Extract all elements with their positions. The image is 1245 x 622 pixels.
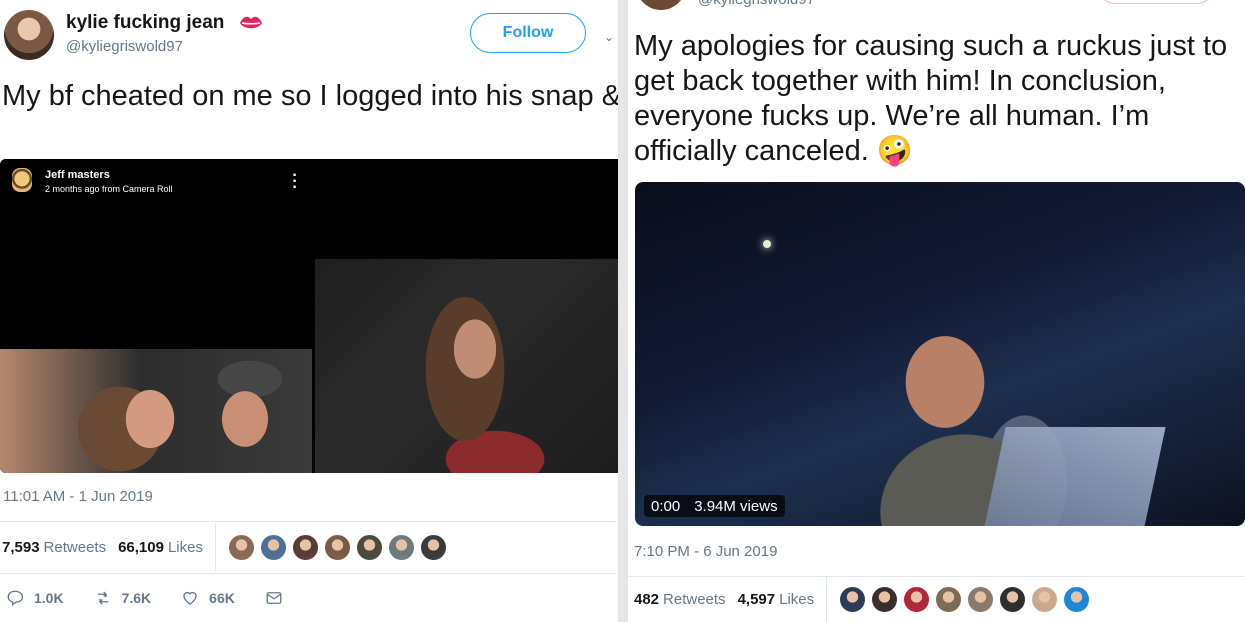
selfie-image[interactable] <box>315 159 618 473</box>
message-button[interactable] <box>265 589 283 607</box>
liker-avatar[interactable] <box>839 586 867 613</box>
divider <box>0 573 616 574</box>
chevron-down-icon[interactable]: ⌄ <box>604 30 616 44</box>
liker-avatar[interactable] <box>999 586 1027 613</box>
retweet-count: 7.6K <box>121 590 152 606</box>
liker-avatar[interactable] <box>388 533 415 561</box>
video-views: 3.94M views <box>694 497 778 515</box>
reply-icon <box>7 590 24 607</box>
tweet-actions: 1.0K 7.6K 66K <box>6 589 313 607</box>
liker-avatar[interactable] <box>1063 586 1091 613</box>
snap-name: Jeff masters <box>45 169 110 181</box>
liker-avatar[interactable] <box>967 586 995 613</box>
follow-button[interactable]: Follow <box>470 13 586 53</box>
liker-avatar[interactable] <box>324 533 351 561</box>
lips-icon <box>240 16 262 29</box>
liker-avatar[interactable] <box>871 586 899 613</box>
liker-avatar[interactable] <box>356 533 383 561</box>
bitmoji-avatar <box>12 168 32 192</box>
liker-avatars <box>839 586 1091 613</box>
avatar[interactable] <box>4 10 54 60</box>
divider <box>826 575 828 622</box>
tweet-stats: 482 Retweets 4,597 Likes <box>634 575 1091 622</box>
liker-avatar[interactable] <box>228 533 255 561</box>
video-time: 0:00 <box>651 497 681 515</box>
avatar[interactable] <box>636 0 686 10</box>
reply-count: 1.0K <box>34 590 64 606</box>
tweet-video[interactable]: 0:00 3.94M views <box>635 182 1245 526</box>
liker-avatar[interactable] <box>292 533 319 561</box>
tweet-timestamp[interactable]: 7:10 PM - 6 Jun 2019 <box>634 543 777 560</box>
left-tweet: kylie fucking jean @kyliegriswold97 Foll… <box>0 0 618 622</box>
envelope-icon <box>266 592 282 604</box>
liker-avatars <box>228 533 447 561</box>
liker-avatar[interactable] <box>903 586 931 613</box>
tweet-text: My apologies for causing such a ruckus j… <box>634 30 1228 167</box>
likes-stat[interactable]: 4,597 Likes <box>738 591 815 608</box>
like-count: 66K <box>209 590 235 606</box>
liker-avatar[interactable] <box>935 586 963 613</box>
divider <box>215 523 216 571</box>
retweet-button[interactable]: 7.6K <box>94 589 152 607</box>
likes-stat[interactable]: 66,109 Likes <box>118 539 203 556</box>
retweets-stat[interactable]: 482 Retweets <box>634 591 726 608</box>
tweet-stats: 7,593 Retweets 66,109 Likes <box>2 522 447 572</box>
couple-photo <box>0 349 312 473</box>
follow-button[interactable] <box>1098 0 1214 4</box>
car-window <box>984 427 1166 526</box>
car-light <box>763 240 771 248</box>
reply-button[interactable]: 1.0K <box>6 589 64 607</box>
screenshot-gap <box>618 0 628 622</box>
retweets-stat[interactable]: 7,593 Retweets <box>2 539 106 556</box>
like-button[interactable]: 66K <box>181 589 235 607</box>
heart-icon <box>183 591 197 605</box>
user-handle[interactable]: @kyliegriswold97 <box>66 38 183 55</box>
tweet-timestamp[interactable]: 11:01 AM - 1 Jun 2019 <box>3 488 153 505</box>
video-badge: 0:00 3.94M views <box>644 495 785 517</box>
user-handle[interactable]: @kyliegriswold97 <box>698 0 815 8</box>
tweet-media[interactable]: Jeff masters 2 months ago from Camera Ro… <box>0 159 618 473</box>
retweet-icon <box>97 591 108 605</box>
right-tweet: @kyliegriswold97 My apologies for causin… <box>628 0 1245 622</box>
liker-avatar[interactable] <box>260 533 287 561</box>
display-name[interactable]: kylie fucking jean <box>66 12 224 34</box>
liker-avatar[interactable] <box>1031 586 1059 613</box>
liker-avatar[interactable] <box>420 533 447 561</box>
more-options-icon[interactable]: · · · <box>290 168 300 196</box>
tweet-text: My bf cheated on me so I logged into his… <box>2 80 618 112</box>
snap-subtitle: 2 months ago from Camera Roll <box>45 184 173 194</box>
snap-image[interactable]: Jeff masters 2 months ago from Camera Ro… <box>0 159 312 473</box>
